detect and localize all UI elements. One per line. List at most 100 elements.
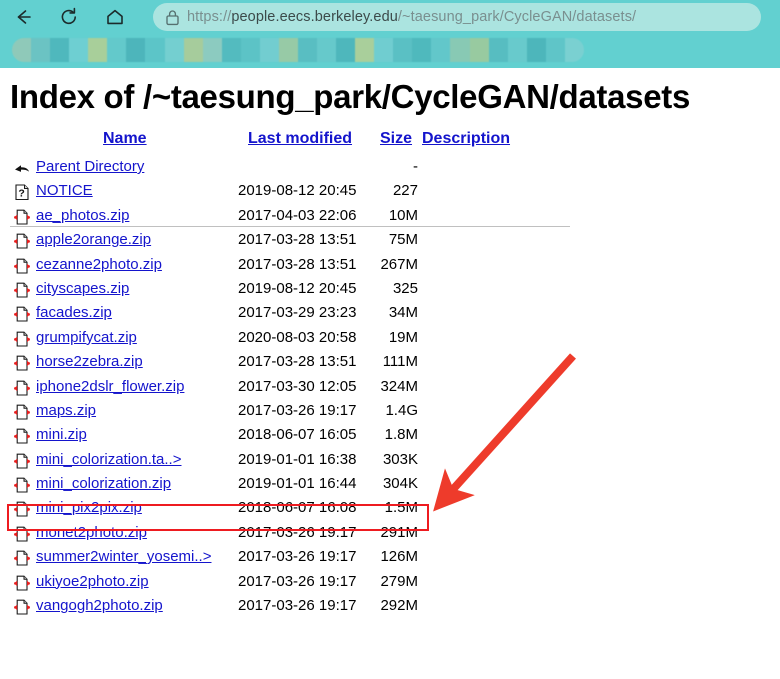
listing-size-cell: 303K xyxy=(382,450,418,468)
listing-name-cell: cezanne2photo.zip xyxy=(36,256,162,273)
listing-size-cell: 126M xyxy=(380,548,418,566)
listing-row: mini_colorization.zip 2019-01-01 16:44 304… xyxy=(0,473,780,497)
listing-size-cell: 291M xyxy=(380,523,418,541)
bookmarks-bar xyxy=(0,34,780,68)
listing-row: cezanne2photo.zip 2017-03-28 13:51 267M xyxy=(0,254,780,278)
listing-row: summer2winter_yosemi..> 2017-03-26 19:17 1… xyxy=(0,546,780,570)
listing-name-cell: Parent Directory xyxy=(36,158,144,175)
listing-name-cell: monet2photo.zip xyxy=(36,524,147,541)
zip-file-icon xyxy=(12,353,32,373)
listing-size-cell: 267M xyxy=(380,255,418,273)
listing-row: ukiyoe2photo.zip 2017-03-26 19:17 279M xyxy=(0,571,780,595)
listing-row: Parent Directory - xyxy=(0,156,780,180)
directory-index-page: Index of /~taesung_park/CycleGAN/dataset… xyxy=(0,68,780,679)
file-link[interactable]: summer2winter_yosemi..> xyxy=(36,548,211,565)
listing-size-cell: 19M xyxy=(388,328,418,346)
svg-text:?: ? xyxy=(18,188,24,200)
listing-size-cell: 227 xyxy=(392,182,418,200)
file-link[interactable]: NOTICE xyxy=(36,182,93,199)
zip-file-icon xyxy=(12,499,32,519)
address-bar[interactable]: https://people.eecs.berkeley.edu/~taesun… xyxy=(153,3,761,31)
file-link[interactable]: ukiyoe2photo.zip xyxy=(36,573,149,590)
listing-row: mini_pix2pix.zip 2018-06-07 16:08 1.5M xyxy=(0,497,780,521)
listing-column-headers: Name Last modified Size Description xyxy=(0,130,780,156)
file-link[interactable]: ae_photos.zip xyxy=(36,207,129,224)
listing-name-cell: facades.zip xyxy=(36,304,112,321)
listing-name-cell: summer2winter_yosemi..> xyxy=(36,548,211,565)
listing-row: apple2orange.zip 2017-03-28 13:51 75M xyxy=(0,229,780,253)
zip-file-icon xyxy=(12,524,32,544)
listing-row: iphone2dslr_flower.zip 2017-03-30 12:05 32… xyxy=(0,376,780,400)
listing-size-cell: 325 xyxy=(392,279,418,297)
listing-name-cell: NOTICE xyxy=(36,182,93,199)
listing-row: grumpifycat.zip 2020-08-03 20:58 19M xyxy=(0,327,780,351)
listing-name-cell: vangogh2photo.zip xyxy=(36,597,163,614)
listing-row: mini.zip 2018-06-07 16:05 1.8M xyxy=(0,424,780,448)
zip-file-icon xyxy=(12,280,32,300)
listing-size-cell: 75M xyxy=(388,231,418,249)
listing-row: vangogh2photo.zip 2017-03-26 19:17 292M xyxy=(0,595,780,619)
reload-button[interactable] xyxy=(52,0,86,34)
listing-size-cell: 1.5M xyxy=(384,499,418,517)
file-link[interactable]: cityscapes.zip xyxy=(36,280,129,297)
sort-by-description-link[interactable]: Description xyxy=(422,130,510,148)
sort-by-last-modified-link[interactable]: Last modified xyxy=(248,130,352,148)
listing-name-cell: maps.zip xyxy=(36,402,96,419)
home-button[interactable] xyxy=(98,0,132,34)
file-link[interactable]: apple2orange.zip xyxy=(36,231,151,248)
file-link[interactable]: mini_colorization.ta..> xyxy=(36,451,182,468)
listing-name-cell: mini_pix2pix.zip xyxy=(36,499,142,516)
sort-by-name-link[interactable]: Name xyxy=(103,130,147,148)
file-link[interactable]: maps.zip xyxy=(36,402,96,419)
zip-file-icon xyxy=(12,426,32,446)
listing-size-cell: 292M xyxy=(380,597,418,615)
directory-listing: Name Last modified Size Description Pare… xyxy=(0,130,780,619)
listing-row: ae_photos.zip 2017-04-03 22:06 10M xyxy=(0,205,780,229)
listing-size-cell: 279M xyxy=(380,572,418,590)
listing-size-cell: 324M xyxy=(380,377,418,395)
zip-file-icon xyxy=(12,597,32,617)
browser-chrome: https://people.eecs.berkeley.edu/~taesun… xyxy=(0,0,780,68)
listing-name-cell: apple2orange.zip xyxy=(36,231,151,248)
file-link[interactable]: mini.zip xyxy=(36,426,87,443)
zip-file-icon xyxy=(12,329,32,349)
zip-file-icon xyxy=(12,231,32,251)
listing-name-cell: ukiyoe2photo.zip xyxy=(36,573,149,590)
file-link[interactable]: mini_pix2pix.zip xyxy=(36,499,142,516)
zip-file-icon xyxy=(12,256,32,276)
file-link[interactable]: Parent Directory xyxy=(36,158,144,175)
unknown-file-icon: ? xyxy=(12,182,32,202)
listing-name-cell: cityscapes.zip xyxy=(36,280,129,297)
listing-size-cell: 10M xyxy=(388,206,418,224)
file-link[interactable]: facades.zip xyxy=(36,304,112,321)
file-link[interactable]: grumpifycat.zip xyxy=(36,329,137,346)
listing-name-cell: mini_colorization.ta..> xyxy=(36,451,182,468)
listing-row: cityscapes.zip 2019-08-12 20:45 325 xyxy=(0,278,780,302)
file-link[interactable]: mini_colorization.zip xyxy=(36,475,171,492)
listing-name-cell: mini_colorization.zip xyxy=(36,475,171,492)
listing-size-cell: 304K xyxy=(382,475,418,493)
listing-row: maps.zip 2017-03-26 19:17 1.4G xyxy=(0,400,780,424)
zip-file-icon xyxy=(12,304,32,324)
listing-size-cell: 1.4G xyxy=(385,401,418,419)
url-host: people.eecs.berkeley.edu xyxy=(231,9,398,25)
lock-icon xyxy=(159,9,185,26)
file-link[interactable]: vangogh2photo.zip xyxy=(36,597,163,614)
back-button[interactable] xyxy=(6,0,40,34)
file-link[interactable]: cezanne2photo.zip xyxy=(36,256,162,273)
listing-row: mini_colorization.ta..> 2019-01-01 16:38 3… xyxy=(0,449,780,473)
zip-file-icon xyxy=(12,378,32,398)
listing-row: horse2zebra.zip 2017-03-28 13:51 111M xyxy=(0,351,780,375)
home-icon xyxy=(104,6,126,28)
file-link[interactable]: monet2photo.zip xyxy=(36,524,147,541)
file-link[interactable]: iphone2dslr_flower.zip xyxy=(36,378,184,395)
listing-name-cell: horse2zebra.zip xyxy=(36,353,143,370)
blurred-bookmarks-strip xyxy=(12,38,584,62)
zip-file-icon xyxy=(12,207,32,227)
listing-size-cell: - xyxy=(413,158,418,175)
file-link[interactable]: horse2zebra.zip xyxy=(36,353,143,370)
zip-file-icon xyxy=(12,402,32,422)
sort-by-size-link[interactable]: Size xyxy=(380,130,412,148)
listing-name-cell: ae_photos.zip xyxy=(36,207,129,224)
listing-rows: Parent Directory -? NOTICE 2019-08-12 20:45… xyxy=(0,156,780,619)
